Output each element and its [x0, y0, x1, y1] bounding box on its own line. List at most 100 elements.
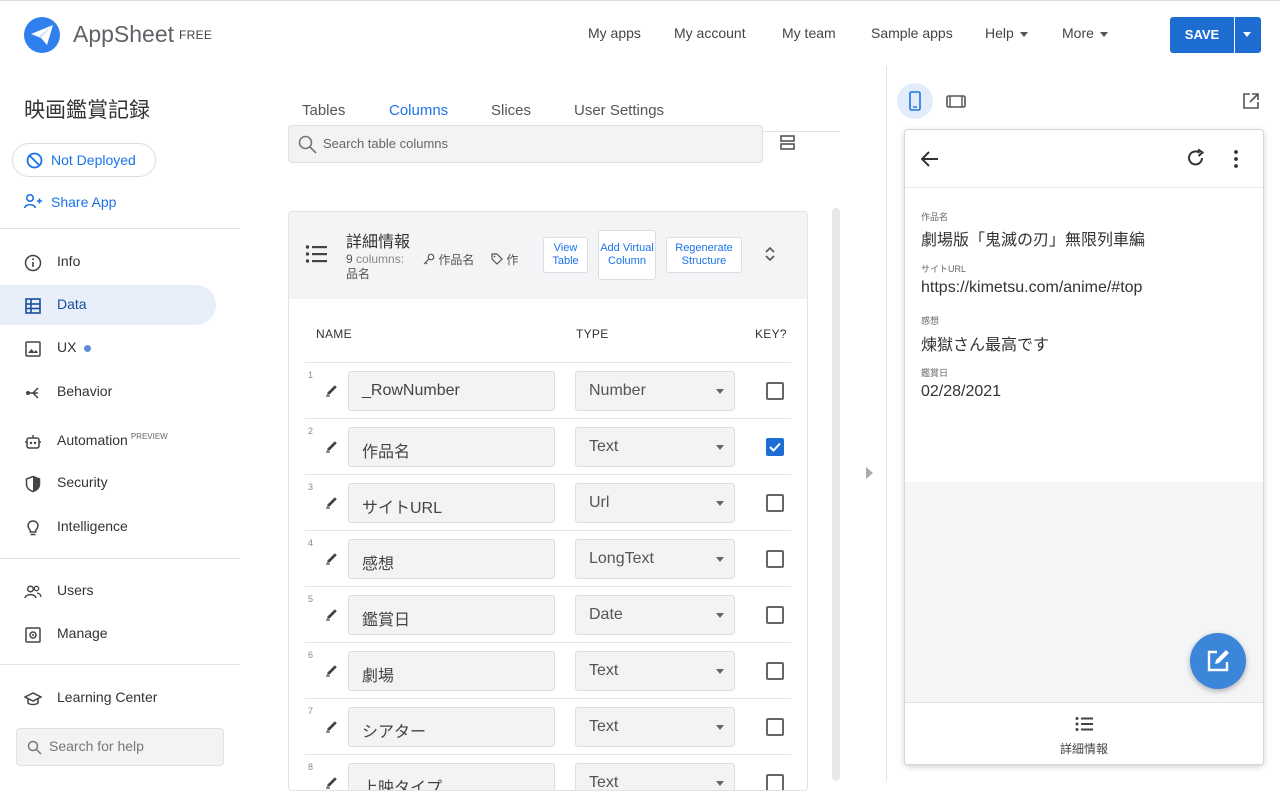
column-type-select[interactable]: Text — [575, 707, 735, 747]
sidebar-item-label: Learning Center — [57, 689, 158, 705]
pencil-icon[interactable] — [325, 495, 339, 509]
sidebar-item-ux-label: UX — [57, 339, 92, 355]
column-type-select[interactable]: Text — [575, 427, 735, 467]
card-scrollbar[interactable] — [832, 208, 840, 781]
lightbulb-icon — [27, 520, 39, 536]
help-search-box[interactable] — [16, 728, 224, 766]
appsheet-logo-icon[interactable] — [24, 17, 60, 53]
regenerate-structure-button[interactable]: Regenerate Structure — [666, 237, 742, 273]
tab-user-settings[interactable]: User Settings — [574, 102, 664, 119]
brand-name[interactable]: AppSheet — [73, 21, 174, 48]
column-type-select[interactable]: Text — [575, 763, 735, 790]
sidebar-item-data[interactable]: Data — [0, 285, 216, 325]
column-name-field[interactable]: 感想 — [348, 539, 555, 579]
pencil-icon[interactable] — [325, 719, 339, 733]
edit-fab-button[interactable] — [1190, 633, 1246, 689]
column-type-select[interactable]: Date — [575, 595, 735, 635]
nav-help[interactable]: Help — [985, 25, 1028, 41]
expand-collapse-icon[interactable] — [763, 245, 777, 263]
bottom-nav-label[interactable]: 詳細情報 — [905, 740, 1263, 757]
sidebar-item-label: Automation — [57, 432, 128, 448]
key-checkbox[interactable] — [766, 382, 784, 400]
pencil-icon[interactable] — [325, 439, 339, 453]
key-checkbox[interactable] — [766, 662, 784, 680]
chevron-down-icon — [1243, 32, 1251, 37]
sidebar-item-users[interactable]: Users — [0, 571, 216, 611]
pencil-icon[interactable] — [325, 607, 339, 621]
data-table-icon — [25, 298, 41, 314]
column-name-field[interactable]: サイトURL — [348, 483, 555, 523]
field-value-link[interactable]: https://kimetsu.com/anime/#top — [921, 279, 1142, 297]
share-person-icon — [24, 193, 42, 209]
save-options-button[interactable] — [1235, 17, 1261, 53]
sidebar-item-info[interactable]: Info — [0, 242, 216, 282]
column-type-value: Date — [589, 606, 623, 623]
type-column-header: TYPE — [576, 327, 609, 341]
key-checkbox[interactable] — [766, 494, 784, 512]
nav-my-apps[interactable]: My apps — [588, 25, 641, 41]
key-checkbox[interactable] — [766, 774, 784, 790]
more-vert-icon[interactable] — [1231, 149, 1241, 169]
key-checkbox[interactable] — [766, 438, 784, 456]
tab-columns[interactable]: Columns — [389, 102, 448, 119]
column-name-field[interactable]: _RowNumber — [348, 371, 555, 411]
table-row: 6 劇場 Text — [305, 642, 791, 698]
behavior-branch-icon — [26, 387, 39, 399]
sidebar-item-automation[interactable]: Automation PREVIEW — [0, 421, 216, 461]
key-checkbox[interactable] — [766, 606, 784, 624]
pencil-icon[interactable] — [325, 551, 339, 565]
tab-tables[interactable]: Tables — [302, 102, 345, 119]
help-search-input[interactable] — [49, 738, 219, 754]
row-number: 7 — [308, 706, 314, 716]
column-name-field[interactable]: 劇場 — [348, 651, 555, 691]
sidebar-item-behavior[interactable]: Behavior — [0, 372, 216, 412]
sidebar-item-label: Security — [57, 474, 108, 490]
column-type-select[interactable]: Number — [575, 371, 735, 411]
pencil-icon[interactable] — [325, 663, 339, 677]
table-card: 詳細情報 9 columns: 品名 作品名 作 View Table Add V… — [288, 211, 808, 791]
sidebar-item-ux[interactable]: UX — [0, 328, 216, 368]
nav-my-account[interactable]: My account — [674, 25, 746, 41]
column-count-tail: 品名 — [346, 267, 371, 281]
column-type-select[interactable]: Url — [575, 483, 735, 523]
mobile-preview-button[interactable] — [897, 83, 933, 119]
list-icon — [305, 245, 327, 263]
column-type-select[interactable]: LongText — [575, 539, 735, 579]
open-in-new-icon[interactable] — [1241, 91, 1261, 111]
list-icon[interactable] — [1075, 716, 1093, 732]
column-name-field[interactable]: 上映タイプ — [348, 763, 555, 790]
column-search-input[interactable] — [323, 136, 743, 151]
refresh-icon[interactable] — [1186, 148, 1206, 168]
nav-more[interactable]: More — [1062, 25, 1108, 41]
preview-bottom-nav: 詳細情報 — [905, 702, 1263, 764]
view-table-button[interactable]: View Table — [543, 237, 588, 273]
deploy-status-button[interactable]: Not Deployed — [12, 143, 156, 177]
nav-my-team[interactable]: My team — [782, 25, 836, 41]
sidebar-item-intelligence[interactable]: Intelligence — [0, 507, 216, 547]
share-app-label: Share App — [51, 194, 117, 210]
layout-toggle-icon[interactable] — [778, 133, 798, 153]
key-checkbox[interactable] — [766, 718, 784, 736]
sidebar-item-learning-center[interactable]: Learning Center — [0, 678, 216, 718]
column-name-field[interactable]: シアター — [348, 707, 555, 747]
save-button[interactable]: SAVE — [1170, 17, 1234, 53]
column-count: 9 columns: 品名 — [346, 252, 416, 282]
back-arrow-icon[interactable] — [921, 150, 939, 168]
nav-sample-apps[interactable]: Sample apps — [871, 25, 953, 41]
table-name: 詳細情報 — [346, 234, 411, 251]
add-virtual-column-button[interactable]: Add Virtual Column — [598, 230, 656, 280]
tab-slices[interactable]: Slices — [491, 102, 531, 119]
column-type-select[interactable]: Text — [575, 651, 735, 691]
pencil-icon[interactable] — [325, 383, 339, 397]
sidebar-item-manage[interactable]: Manage — [0, 614, 216, 654]
chevron-down-icon — [716, 501, 724, 506]
tablet-preview-button[interactable] — [938, 83, 974, 119]
share-app-link[interactable]: Share App — [24, 193, 116, 212]
sidebar-item-security[interactable]: Security — [0, 463, 216, 503]
key-checkbox[interactable] — [766, 550, 784, 568]
column-search-box[interactable] — [288, 125, 763, 163]
collapse-preview-icon[interactable] — [866, 467, 873, 479]
pencil-icon[interactable] — [325, 775, 339, 789]
column-name-field[interactable]: 鑑賞日 — [348, 595, 555, 635]
column-name-field[interactable]: 作品名 — [348, 427, 555, 467]
